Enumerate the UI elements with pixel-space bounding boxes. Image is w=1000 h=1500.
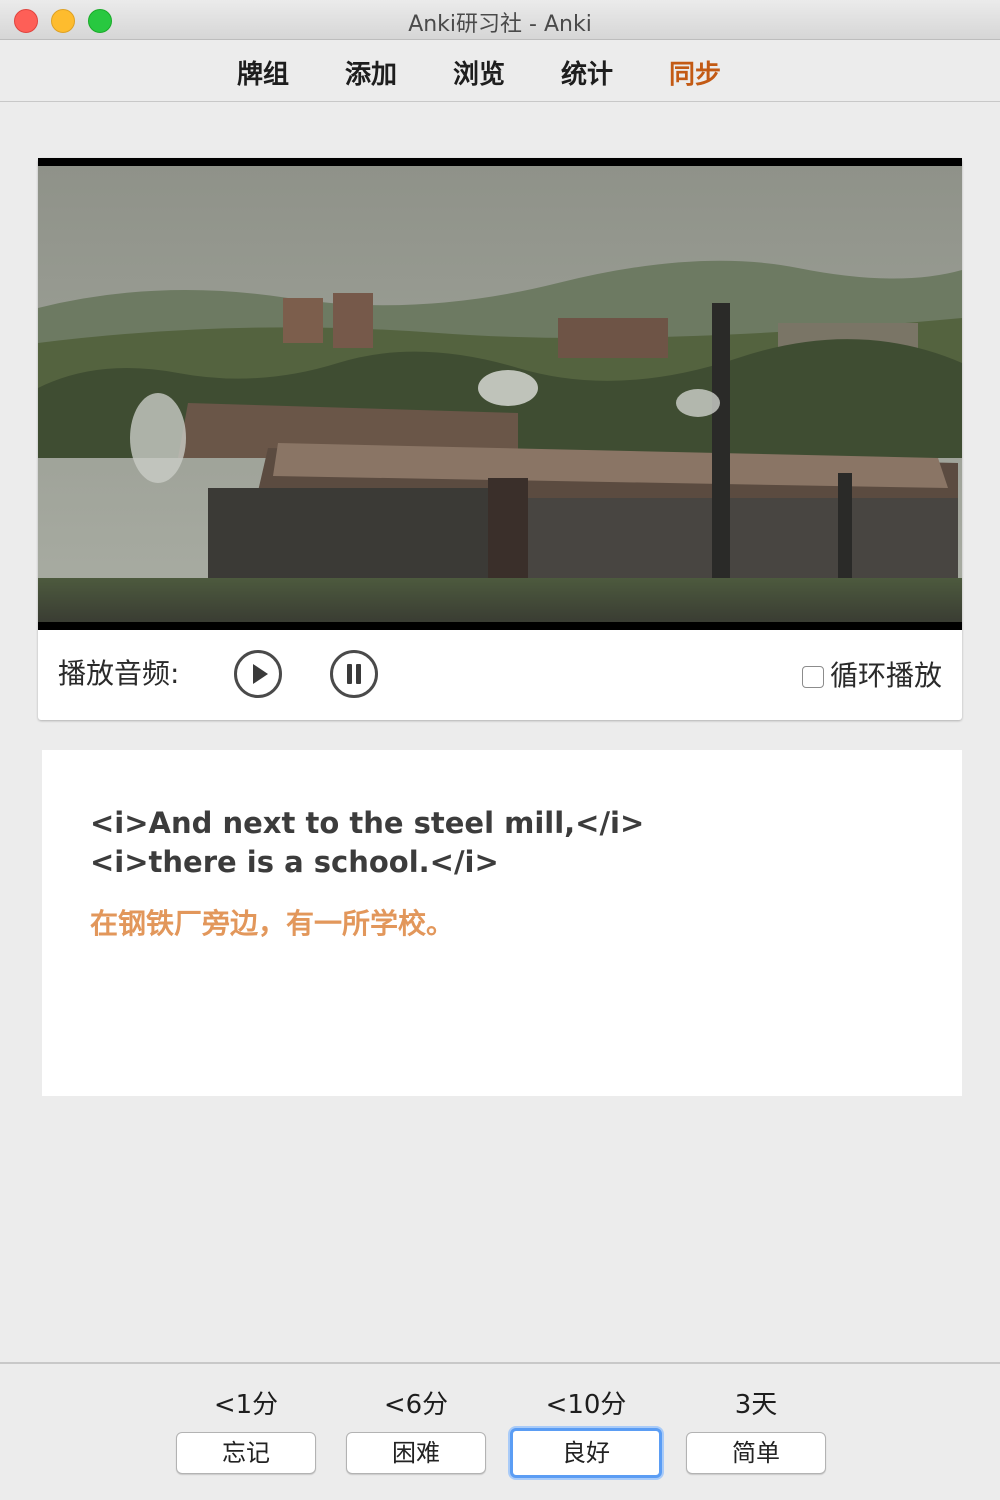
title-bar: Anki研习社 - Anki (0, 0, 1000, 40)
interval-hard: <6分 (383, 1390, 449, 1420)
easy-button[interactable]: 简单 (686, 1432, 826, 1474)
play-button[interactable] (234, 650, 282, 698)
interval-again: <1分 (213, 1390, 279, 1420)
english-line-1: <i>And next to the steel mill,</i> (90, 806, 645, 840)
good-button[interactable]: 良好 (510, 1428, 662, 1478)
toolbar-add[interactable]: 添加 (345, 54, 397, 91)
audio-label: 播放音频: (58, 657, 180, 690)
loop-checkbox[interactable] (801, 666, 824, 688)
video-card: 播放音频: 循环播放 (38, 158, 962, 720)
toolbar-decks[interactable]: 牌组 (237, 54, 289, 91)
steel-mill-video-frame (38, 166, 962, 630)
main-toolbar: 牌组 添加 浏览 统计 同步 (0, 40, 1000, 102)
toolbar-stats[interactable]: 统计 (561, 54, 613, 91)
window-title: Anki研习社 - Anki (408, 12, 592, 37)
pause-button[interactable] (330, 650, 378, 698)
answer-bar: <1分 <6分 <10分 3天 忘记 困难 良好 简单 (0, 1362, 1000, 1500)
loop-label: 循环播放 (829, 659, 942, 692)
toolbar-sync[interactable]: 同步 (669, 54, 721, 91)
card-text-area: <i>And next to the steel mill,</i> <i>th… (42, 750, 962, 1096)
interval-easy: 3天 (734, 1390, 778, 1420)
audio-controls: 播放音频: 循环播放 (38, 630, 962, 720)
loop-toggle[interactable]: 循环播放 (801, 654, 942, 694)
english-line-2: <i>there is a school.</i> (90, 845, 499, 879)
toolbar-browse[interactable]: 浏览 (453, 54, 505, 91)
play-circle-icon (253, 664, 268, 684)
video-player[interactable] (38, 158, 962, 630)
interval-good: <10分 (545, 1390, 627, 1420)
pause-circle-icon (347, 664, 361, 684)
again-button[interactable]: 忘记 (176, 1432, 316, 1474)
hard-button[interactable]: 困难 (346, 1432, 486, 1474)
chinese-translation: 在钢铁厂旁边，有一所学校。 (90, 907, 455, 940)
